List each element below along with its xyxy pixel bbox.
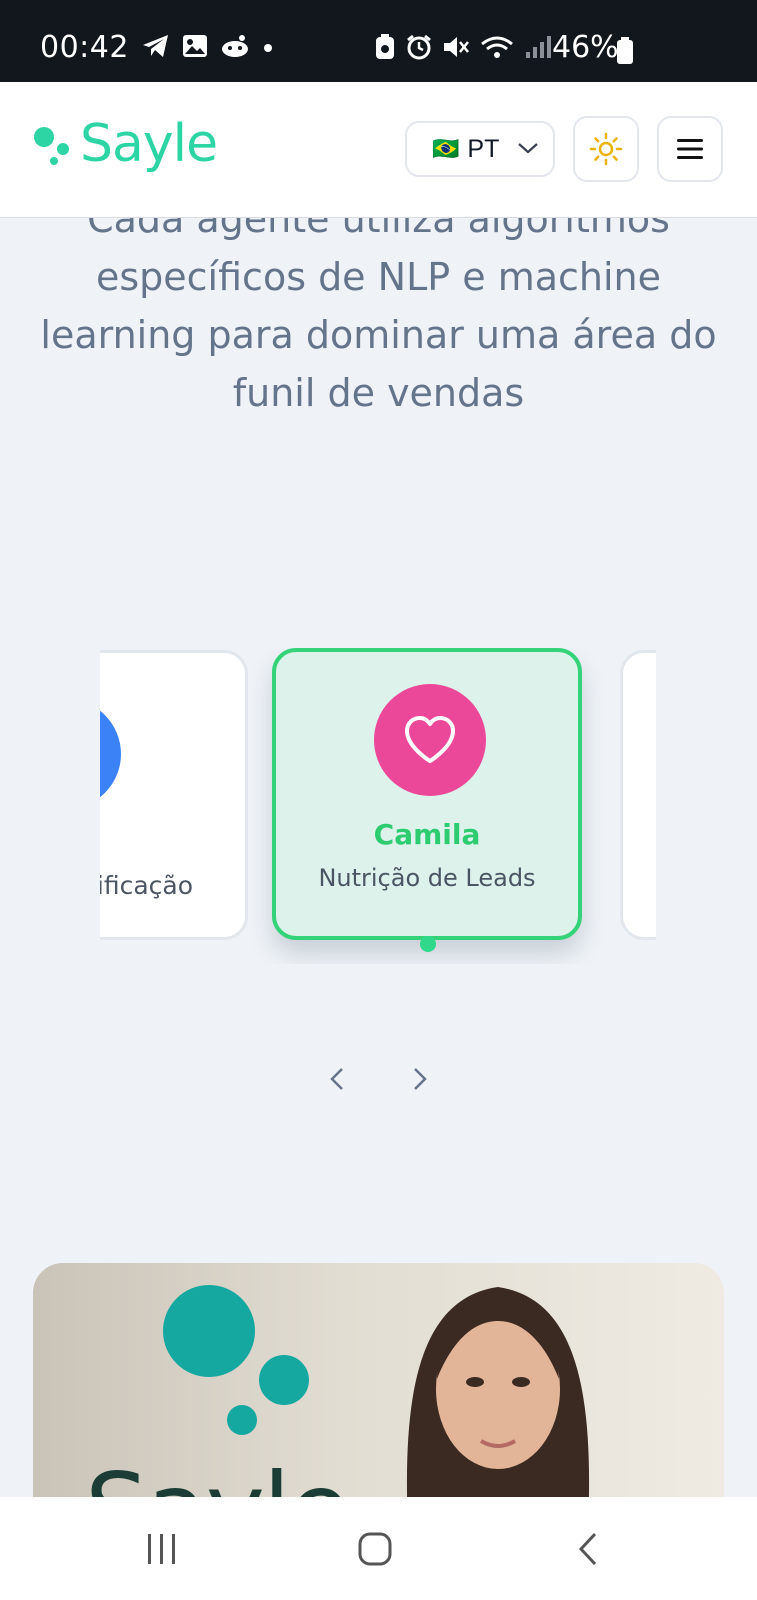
telegram-icon bbox=[143, 35, 168, 57]
notification-icons bbox=[142, 34, 274, 58]
carousel-indicator-dot[interactable] bbox=[420, 936, 436, 952]
brand-circle-large bbox=[163, 1285, 255, 1377]
section-description-wrapper: Cada agente utiliza algoritmos específic… bbox=[0, 190, 757, 430]
person-photo bbox=[406, 1287, 590, 1503]
system-nav-bar bbox=[0, 1497, 757, 1600]
brand-circle-medium bbox=[259, 1355, 309, 1405]
carousel-prev-button[interactable] bbox=[322, 1064, 352, 1094]
battery-percent: 46% bbox=[552, 30, 619, 65]
home-button[interactable] bbox=[345, 1527, 405, 1571]
agent-card-previous[interactable]: ificação bbox=[100, 650, 248, 940]
hamburger-icon bbox=[677, 139, 703, 159]
theme-toggle-button[interactable] bbox=[573, 116, 639, 182]
home-icon bbox=[358, 1532, 392, 1566]
dot-icon bbox=[264, 44, 272, 52]
language-select[interactable]: 🇧🇷 PT bbox=[405, 121, 555, 177]
agent-avatar bbox=[100, 699, 121, 809]
gallery-icon bbox=[183, 35, 207, 57]
recents-button[interactable] bbox=[132, 1527, 192, 1571]
status-bar: 00:42 46% bbox=[0, 0, 757, 82]
mute-icon bbox=[444, 37, 469, 57]
hero-brand-text: Sayle bbox=[85, 1451, 350, 1503]
carousel-next-button[interactable] bbox=[405, 1064, 435, 1094]
status-time: 00:42 bbox=[40, 30, 129, 65]
recents-icon bbox=[148, 1534, 175, 1564]
reddit-icon bbox=[222, 35, 248, 57]
wifi-icon bbox=[481, 36, 513, 58]
agent-card-active[interactable]: Camila Nutrição de Leads bbox=[272, 648, 582, 940]
back-icon bbox=[578, 1532, 597, 1566]
chevron-down-icon bbox=[518, 143, 538, 154]
brand-circle-small bbox=[227, 1405, 257, 1435]
section-description: Cada agente utiliza algoritmos específic… bbox=[40, 197, 717, 415]
agent-carousel: ificação Camila Nutrição de Leads bbox=[100, 648, 656, 964]
agent-card-next[interactable] bbox=[620, 650, 656, 940]
agent-role: ificação bbox=[100, 871, 193, 900]
language-code: PT bbox=[467, 134, 500, 163]
alarm-icon bbox=[407, 34, 431, 60]
hero-image: Sayle bbox=[33, 1263, 724, 1503]
brazil-flag-icon: 🇧🇷 bbox=[432, 136, 460, 161]
sun-icon bbox=[589, 132, 623, 166]
menu-button[interactable] bbox=[657, 116, 723, 182]
agent-avatar bbox=[374, 684, 486, 796]
agent-role: Nutrição de Leads bbox=[318, 864, 536, 892]
heart-icon bbox=[405, 716, 455, 763]
back-button[interactable] bbox=[558, 1527, 618, 1571]
agent-name: Camila bbox=[373, 818, 481, 851]
site-header: Sayle 🇧🇷 PT bbox=[0, 82, 757, 218]
chevron-left-icon bbox=[330, 1068, 343, 1090]
chevron-right-icon bbox=[414, 1068, 427, 1090]
logo[interactable]: Sayle bbox=[32, 114, 218, 174]
signal-icon bbox=[526, 36, 551, 58]
logo-dots-icon bbox=[34, 127, 69, 165]
logo-text: Sayle bbox=[80, 114, 218, 174]
system-icons bbox=[374, 34, 554, 60]
battery-saver-icon bbox=[376, 34, 394, 59]
battery-icon bbox=[617, 37, 633, 64]
